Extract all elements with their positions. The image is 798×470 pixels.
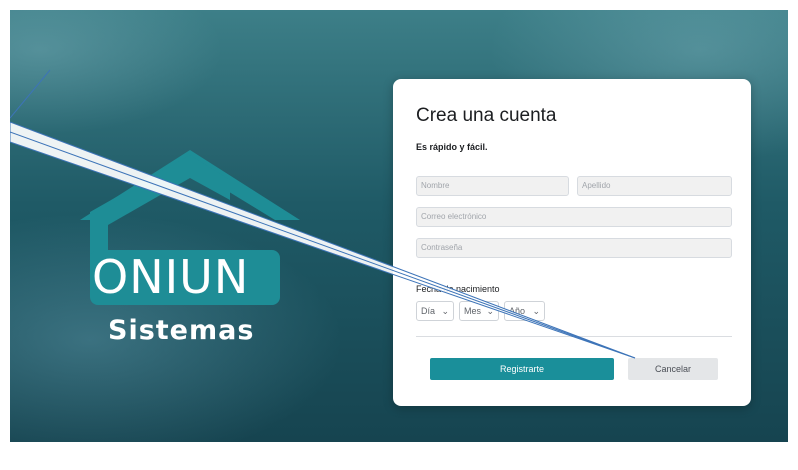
app-background: ONIUN Sistemas Crea una cuenta Es rápido… (10, 10, 788, 442)
annotation-callout (10, 69, 636, 359)
